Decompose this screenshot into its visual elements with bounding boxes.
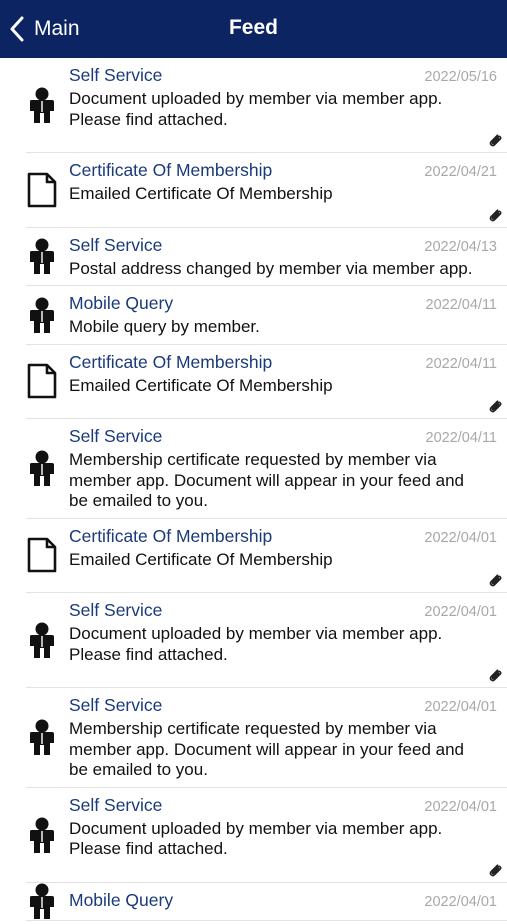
feed-item-date: 2022/04/11 — [425, 430, 498, 446]
person-icon — [26, 719, 58, 756]
document-icon — [26, 363, 58, 399]
nav-bar: Main Feed — [0, 0, 507, 58]
feed-item-title: Self Service — [69, 600, 163, 620]
feed-item-title: Self Service — [69, 794, 163, 815]
person-icon — [26, 87, 58, 123]
feed-item-title: Certificate Of Membership — [69, 525, 273, 546]
feed-item-title: Mobile Query — [69, 293, 174, 313]
feed-item-description: Emailed Certificate Of Membership — [69, 184, 333, 203]
paperclip-icon[interactable] — [487, 572, 503, 588]
person-icon — [26, 622, 58, 658]
feed-item-description: Emailed Certificate Of Membership — [69, 375, 333, 395]
feed-list: Self Service 2022/05/16 Document uploade… — [0, 58, 507, 921]
feed-item[interactable]: Self Service 2022/05/16 Document uploade… — [26, 58, 507, 153]
feed-item-date: 2022/04/11 — [425, 355, 498, 372]
paperclip-icon[interactable] — [487, 667, 503, 683]
feed-item-description: Document uploaded by member via member a… — [69, 624, 443, 664]
feed-item-date: 2022/04/01 — [424, 699, 497, 715]
feed-item-title: Certificate Of Membership — [69, 351, 273, 372]
feed-item[interactable]: Self Service 2022/04/01 Document uploade… — [26, 593, 507, 688]
feed-item[interactable]: Self Service 2022/04/13 Postal address c… — [26, 228, 507, 286]
feed-item-title: Self Service — [69, 65, 163, 85]
person-icon — [26, 883, 58, 919]
feed-item-description: Membership certificate requested by memb… — [69, 719, 464, 779]
feed-item[interactable]: Certificate Of Membership 2022/04/01 Ema… — [26, 519, 507, 593]
feed-item[interactable]: Certificate Of Membership 2022/04/21 Ema… — [26, 153, 507, 228]
document-icon — [26, 537, 58, 573]
feed-item-date: 2022/04/13 — [424, 238, 497, 255]
feed-item-title: Self Service — [69, 695, 163, 715]
person-icon — [26, 450, 58, 487]
feed-item-date: 2022/05/16 — [424, 69, 497, 85]
feed-item-description: Membership certificate requested by memb… — [69, 450, 464, 510]
feed-item-title: Self Service — [69, 426, 163, 446]
feed-item-date: 2022/04/01 — [424, 604, 497, 620]
paperclip-icon[interactable] — [487, 207, 503, 223]
document-icon — [26, 172, 58, 208]
feed-item-description: Document uploaded by member via member a… — [69, 818, 443, 859]
feed-item-title: Mobile Query — [69, 889, 174, 910]
feed-item-date: 2022/04/01 — [424, 893, 497, 910]
feed-item-description: Postal address changed by member via mem… — [69, 258, 473, 278]
feed-item[interactable]: Mobile Query 2022/04/11 Mobile query by … — [26, 286, 507, 345]
person-icon — [26, 297, 58, 333]
feed-item-date: 2022/04/11 — [425, 297, 498, 313]
feed-item-date: 2022/04/01 — [424, 529, 497, 546]
paperclip-icon[interactable] — [487, 862, 503, 878]
feed-item-date: 2022/04/21 — [424, 164, 497, 180]
feed-item[interactable]: Mobile Query 2022/04/01 — [26, 883, 507, 921]
person-icon — [26, 238, 58, 275]
person-icon — [26, 817, 58, 853]
feed-item-description: Document uploaded by member via member a… — [69, 89, 443, 129]
feed-item-description: Mobile query by member. — [69, 317, 260, 336]
feed-item[interactable]: Self Service 2022/04/11 Membership certi… — [26, 419, 507, 519]
feed-item[interactable]: Self Service 2022/04/01 Document uploade… — [26, 788, 507, 883]
feed-item[interactable]: Certificate Of Membership 2022/04/11 Ema… — [26, 345, 507, 419]
paperclip-icon[interactable] — [487, 398, 503, 414]
paperclip-icon[interactable] — [487, 132, 503, 148]
feed-item-date: 2022/04/01 — [424, 798, 497, 815]
feed-item-description: Emailed Certificate Of Membership — [69, 549, 333, 569]
feed-item-title: Certificate Of Membership — [69, 160, 273, 180]
feed-item[interactable]: Self Service 2022/04/01 Membership certi… — [26, 688, 507, 788]
page-title: Feed — [228, 16, 278, 39]
feed-item-title: Self Service — [69, 234, 163, 255]
